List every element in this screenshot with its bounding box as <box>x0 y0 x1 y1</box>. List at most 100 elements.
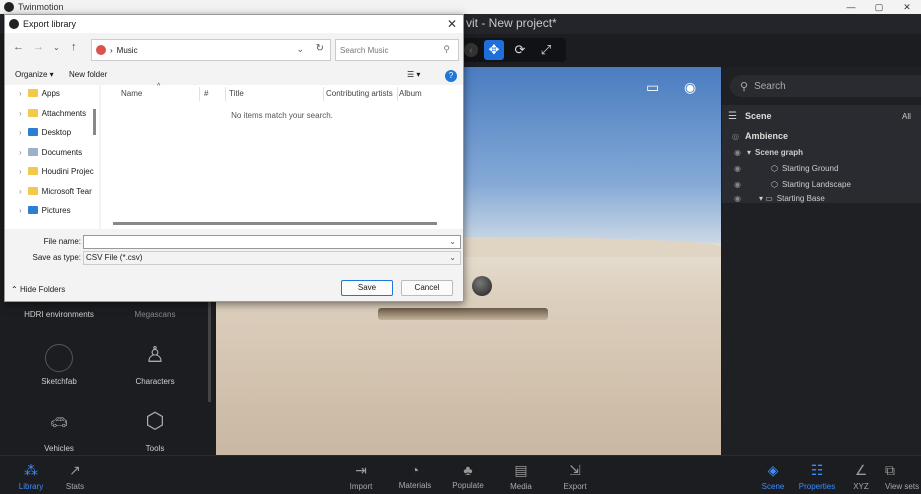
tools-icon[interactable]: ⬡ <box>110 408 200 434</box>
address-dropdown-icon[interactable]: ⌄ <box>296 44 304 55</box>
search-music-input[interactable]: Search Music ⚲ <box>335 39 459 61</box>
dialog-title: Export library <box>23 19 77 29</box>
library-item-tools[interactable]: Tools <box>110 444 200 453</box>
column-name[interactable]: Name <box>121 89 142 98</box>
visibility-eye-icon[interactable]: ◉ <box>734 148 741 157</box>
back-arrow-icon[interactable]: ← <box>13 41 24 53</box>
scene-search-input[interactable]: ⚲ Search <box>730 75 921 97</box>
dialog-close-icon[interactable]: ✕ <box>447 17 457 31</box>
tree-item-starting-ground[interactable]: ◉ ⬡ Starting Ground <box>734 161 838 175</box>
globe-icon: ◎ <box>732 131 739 141</box>
column-album[interactable]: Album <box>399 89 422 98</box>
library-item-hdri[interactable]: HDRI environments <box>14 310 104 319</box>
tab-stats-label: Stats <box>65 482 85 491</box>
chevron-right-icon[interactable]: › <box>19 187 22 196</box>
ambience-row[interactable]: ◎ Ambience <box>732 129 788 143</box>
characters-icon[interactable]: ♙ <box>110 342 200 368</box>
scene-heading: Scene <box>744 111 772 121</box>
visibility-eye-icon[interactable]: ◉ <box>734 164 741 173</box>
recent-locations-icon[interactable]: ⌄ <box>53 43 60 52</box>
tab-export[interactable]: ⇲ Export <box>550 462 600 491</box>
tab-import-label: Import <box>349 482 373 491</box>
column-title[interactable]: Title <box>229 89 244 98</box>
chevron-right-icon[interactable]: › <box>19 109 22 118</box>
scene-filter[interactable]: All <box>902 109 911 123</box>
menu-icon[interactable]: ☰ <box>728 111 737 122</box>
nav-scrollbar[interactable] <box>93 109 96 135</box>
library-item-megascans[interactable]: Megascans <box>110 310 200 319</box>
dialog-titlebar: Export library <box>5 15 463 33</box>
chevron-right-icon[interactable]: › <box>19 167 22 176</box>
chevron-right-icon[interactable]: › <box>19 148 22 157</box>
library-item-characters[interactable]: Characters <box>110 377 200 386</box>
address-bar[interactable]: › Music ⌄ ↻ <box>91 39 331 61</box>
forward-arrow-icon[interactable]: → <box>33 41 44 53</box>
rotate-tool-icon[interactable]: ⟳ <box>510 40 530 60</box>
nav-item-houdini[interactable]: › Houdini Projec <box>19 164 94 178</box>
library-item-vehicles[interactable]: Vehicles <box>14 444 104 453</box>
scene-filter-label: All <box>902 111 911 121</box>
column-number[interactable]: # <box>204 89 208 98</box>
visibility-eye-icon[interactable]: ◉ <box>734 180 741 189</box>
horizontal-scrollbar[interactable] <box>113 222 437 225</box>
tab-media[interactable]: ▤ Media <box>496 462 546 491</box>
chevron-right-icon[interactable]: › <box>19 128 22 137</box>
refresh-icon[interactable]: ↻ <box>316 43 324 54</box>
nav-item-microsoft-teams[interactable]: › Microsoft Tear <box>19 184 92 198</box>
column-separator[interactable] <box>323 87 324 101</box>
sketchfab-icon[interactable] <box>45 344 73 372</box>
minimize-button[interactable]: — <box>837 0 865 14</box>
nav-item-apps[interactable]: › Apps <box>19 86 60 100</box>
tab-view-sets[interactable]: ⧉ View sets <box>871 462 921 491</box>
scale-tool-icon[interactable]: ⤢ <box>536 40 556 60</box>
sphere-object[interactable] <box>472 276 492 296</box>
tab-scene[interactable]: ◈ Scene <box>748 462 798 491</box>
nav-item-documents[interactable]: › Documents <box>19 145 82 159</box>
base-object[interactable] <box>378 308 548 320</box>
help-icon[interactable]: ? <box>445 70 457 82</box>
column-contributing-artists[interactable]: Contributing artists <box>326 89 393 98</box>
organize-button[interactable]: Organize ▾ <box>15 70 54 79</box>
scene-search-placeholder: Search <box>754 80 786 92</box>
panel-toggle-icon[interactable]: ▭ <box>646 79 659 96</box>
save-button[interactable]: Save <box>341 280 393 296</box>
file-name-field[interactable]: ⌄ <box>83 235 461 249</box>
column-separator[interactable] <box>199 87 200 101</box>
tab-library[interactable]: ⁂ Library <box>6 462 56 491</box>
chevron-down-icon[interactable]: ⌄ <box>449 236 456 248</box>
up-arrow-icon[interactable]: ↑ <box>71 41 77 53</box>
tree-item-starting-base[interactable]: ◉ ▾ ▭ Starting Base <box>734 193 825 203</box>
tree-item-scene-graph[interactable]: ◉ ▾ Scene graph <box>734 145 803 159</box>
nav-item-attachments[interactable]: › Attachments <box>19 106 86 120</box>
folder-icon: ▾ ▭ <box>758 193 773 203</box>
library-scrollbar[interactable] <box>208 302 211 402</box>
column-separator[interactable] <box>397 87 398 101</box>
view-options-icon[interactable]: ☰ ▾ <box>407 70 420 79</box>
new-folder-button[interactable]: New folder <box>69 70 107 79</box>
eye-icon[interactable]: ◉ <box>684 79 696 96</box>
library-item-sketchfab[interactable]: Sketchfab <box>14 377 104 386</box>
vehicles-icon[interactable]: 🚗︎ <box>14 414 104 431</box>
visibility-eye-icon[interactable]: ◉ <box>734 194 741 203</box>
chevron-down-icon[interactable]: ⌄ <box>449 252 456 264</box>
tree-item-starting-landscape[interactable]: ◉ ⬡ Starting Landscape <box>734 177 851 191</box>
close-window-button[interactable]: ✕ <box>893 0 921 14</box>
tab-stats[interactable]: ↗ Stats <box>50 462 100 491</box>
tab-properties[interactable]: ☷ Properties <box>792 462 842 491</box>
back-icon[interactable]: ‹ <box>464 43 478 57</box>
move-tool-icon[interactable]: ✥ <box>484 40 504 60</box>
nav-item-desktop[interactable]: › Desktop <box>19 125 71 139</box>
nav-item-pictures[interactable]: › Pictures <box>19 203 71 217</box>
tab-populate[interactable]: ♣ Populate <box>443 462 493 490</box>
cancel-button[interactable]: Cancel <box>401 280 453 296</box>
save-type-select[interactable]: CSV File (*.csv) ⌄ <box>83 251 461 265</box>
column-separator[interactable] <box>225 87 226 101</box>
chevron-right-icon[interactable]: › <box>19 89 22 98</box>
expand-arrow-icon[interactable]: ▾ <box>747 148 751 157</box>
tab-materials[interactable]: ◔ Materials <box>390 462 440 490</box>
hide-folders-button[interactable]: ⌃ Hide Folders <box>11 285 65 294</box>
maximize-button[interactable]: ▢ <box>865 0 893 14</box>
twinmotion-logo-icon <box>9 19 19 29</box>
chevron-right-icon[interactable]: › <box>19 206 22 215</box>
tab-import[interactable]: ⇥ Import <box>336 462 386 491</box>
